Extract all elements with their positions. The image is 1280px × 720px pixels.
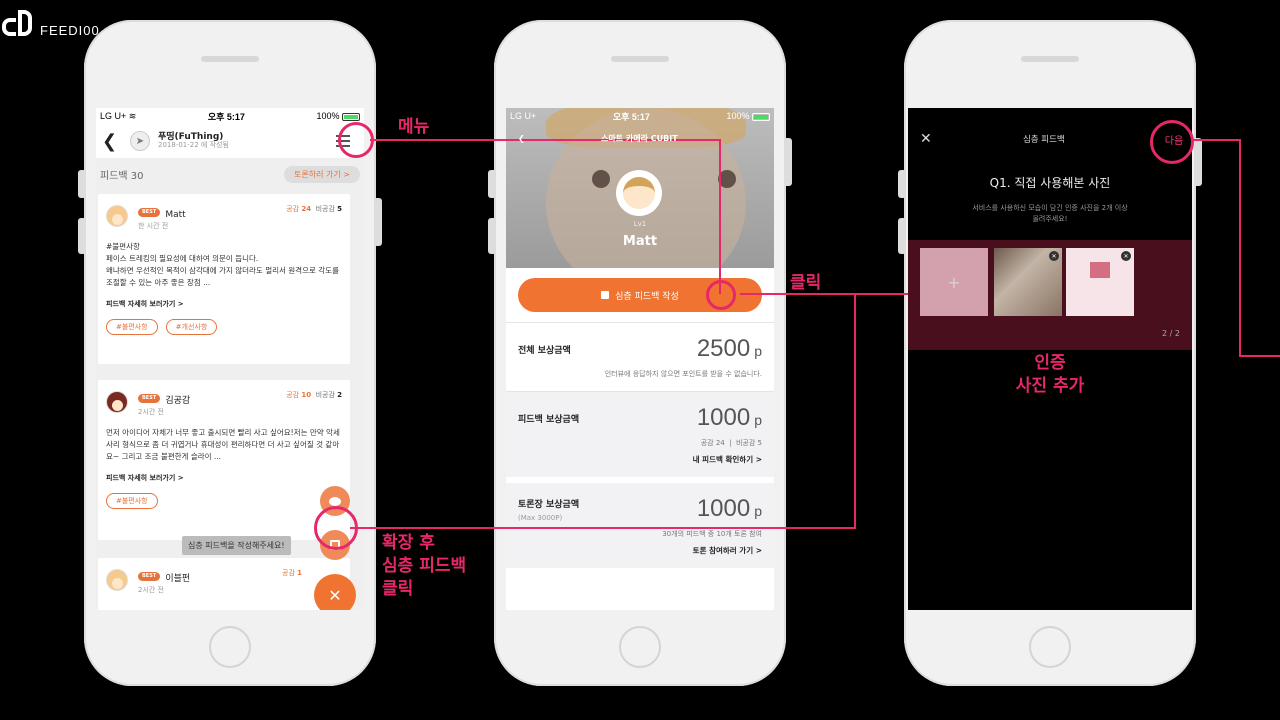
status-bar: LG U+ 오후 5:17 100% xyxy=(506,108,774,124)
fab-highlight-ring xyxy=(314,506,358,550)
back-arrow-icon[interactable]: ❮ xyxy=(518,134,525,143)
stage: FEEDI00 LG U+ ≋ 오후 5:17 100% ❮ ➤ 푸띵(FuTh… xyxy=(0,0,1280,720)
carrier: LG U+ xyxy=(510,111,537,121)
annotation-click: 클릭 xyxy=(790,273,822,293)
write-highlight-ring xyxy=(706,280,736,310)
user-level: Lv1 xyxy=(633,220,647,228)
battery-percent: 100% xyxy=(726,111,750,121)
user-name: Matt xyxy=(622,234,658,249)
annotation-expand: 확장 후 심층 피드백 클릭 xyxy=(382,533,467,599)
clock: 오후 5:17 xyxy=(612,111,650,122)
nav-title: 스마트 카메라 CUBIT xyxy=(601,133,678,143)
annotation-photo: 인증 사진 추가 xyxy=(1015,353,1085,396)
battery-icon xyxy=(751,112,770,121)
next-highlight-ring xyxy=(1150,120,1194,164)
menu-highlight-ring xyxy=(338,122,374,158)
annotation-menu: 메뉴 xyxy=(398,117,430,137)
user-avatar xyxy=(616,170,662,216)
